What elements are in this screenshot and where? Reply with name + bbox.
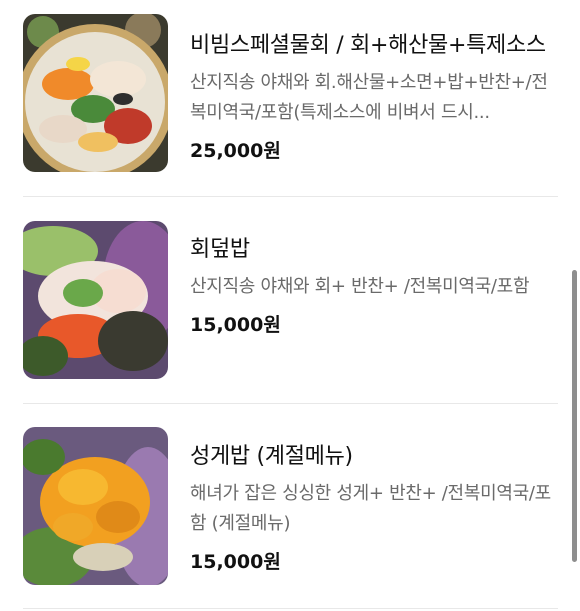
menu-item-info: 회덮밥 산지직송 야채와 회+ 반찬+ /전복미역국/포함 15,000원 [190,236,560,338]
menu-item-info: 비빔스페셜물회 / 회+해산물+특제소스 산지직송 야채와 회.해산물+소면+밥… [190,32,560,164]
menu-item-price: 25,000원 [190,140,281,162]
menu-divider [23,196,558,197]
menu-divider [23,403,558,404]
menu-list: 비빔스페셜물회 / 회+해산물+특제소스 산지직송 야채와 회.해산물+소면+밥… [0,0,580,611]
menu-item-bibim-special-mulhoe[interactable]: 비빔스페셜물회 / 회+해산물+특제소스 산지직송 야채와 회.해산물+소면+밥… [0,0,580,180]
menu-item-photo [23,427,168,585]
seonggebap-photo-image [23,427,168,585]
menu-item-description: 산지직송 야채와 회.해산물+소면+밥+반찬+/전복미역국/포함(특제소스에 비… [190,72,548,123]
menu-item-photo [23,221,168,379]
menu-item-price: 15,000원 [190,551,281,573]
menu-item-info: 성게밥 (계절메뉴) 해녀가 잡은 싱싱한 성게+ 반찬+ /전복미역국/포함 … [190,443,560,575]
menu-item-description: 산지직송 야채와 회+ 반찬+ /전복미역국/포함 [190,276,530,297]
menu-divider [23,608,558,609]
menu-item-photo [23,14,168,172]
menu-item-name: 성게밥 (계절메뉴) [190,444,353,469]
menu-item-price: 15,000원 [190,314,281,336]
menu-item-name: 회덮밥 [190,237,250,262]
hoedeopbap-photo-image [23,221,168,379]
menu-item-hoedeopbap[interactable]: 회덮밥 산지직송 야채와 회+ 반찬+ /전복미역국/포함 15,000원 [0,200,580,380]
mulhoe-photo-image [23,14,168,172]
menu-item-seonggebap[interactable]: 성게밥 (계절메뉴) 해녀가 잡은 싱싱한 성게+ 반찬+ /전복미역국/포함 … [0,407,580,587]
scrollbar[interactable] [572,270,577,562]
menu-item-description: 해녀가 잡은 싱싱한 성게+ 반찬+ /전복미역국/포함 (계절메뉴) [190,483,551,534]
menu-item-name: 비빔스페셜물회 / 회+해산물+특제소스 [190,33,546,58]
